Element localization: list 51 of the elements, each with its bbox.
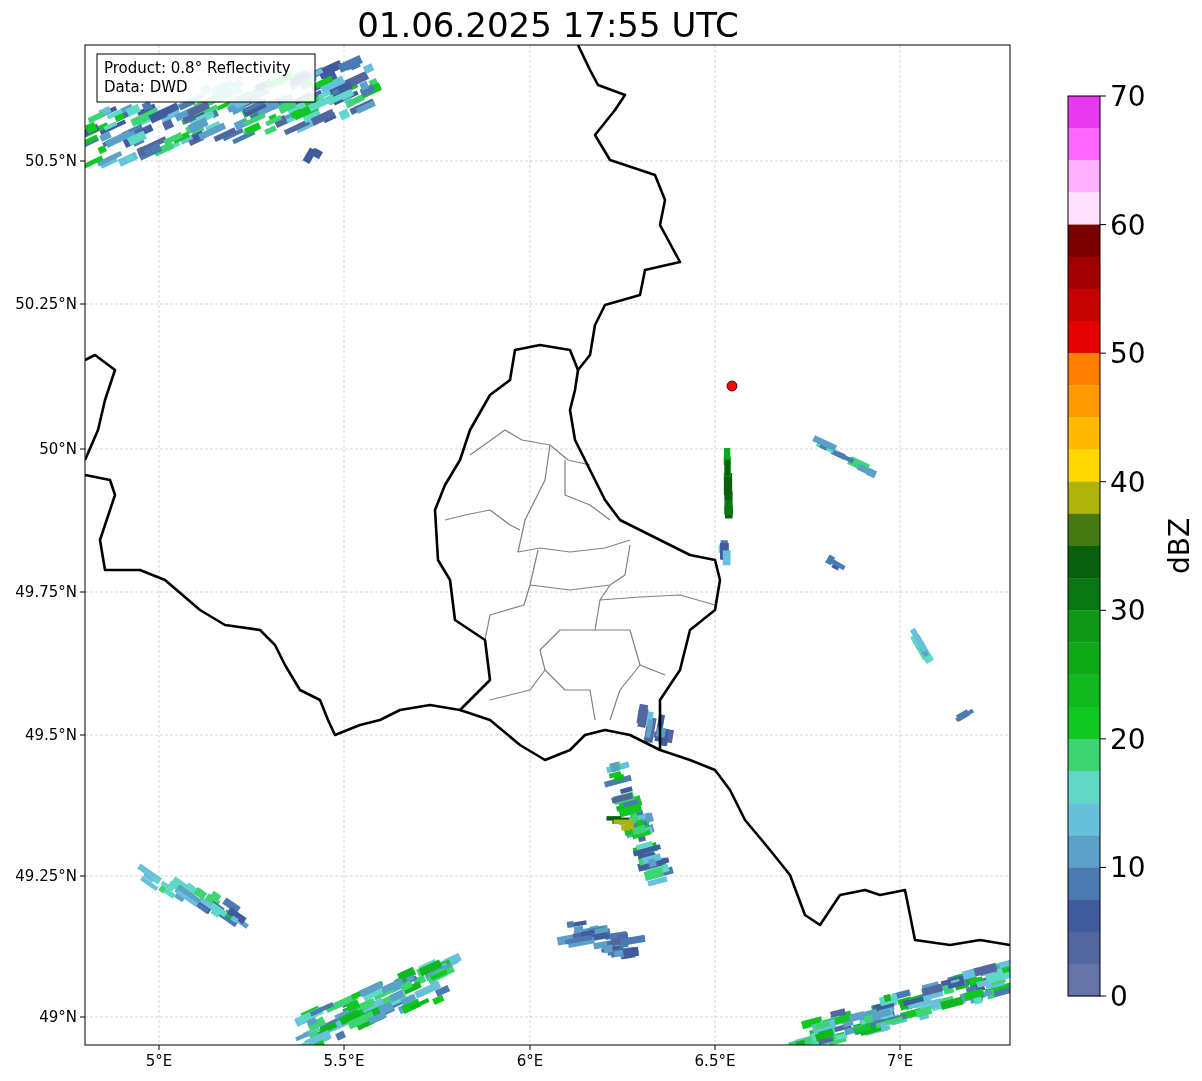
tick-mark: [1099, 224, 1107, 226]
tick-mark: [1099, 481, 1107, 483]
colorbar-tick-label: 40: [1110, 465, 1146, 499]
axis-tick-label: 6.5°E: [694, 1052, 736, 1070]
info-text: Product: 0.8° Reflectivity: [104, 59, 291, 77]
tick-mark: [79, 1016, 86, 1018]
colorbar-tick-label: 50: [1110, 337, 1146, 371]
axis-tick-label: 50.25°N: [15, 295, 77, 313]
colorbar-tick-label: 0: [1110, 980, 1128, 1013]
colorbar-label: dBZ: [1163, 517, 1196, 575]
tick-mark: [1099, 95, 1107, 97]
tick-mark: [79, 303, 86, 305]
tick-mark: [79, 448, 86, 450]
location-marker: [726, 380, 738, 392]
tick-mark: [899, 1044, 901, 1051]
precipitation-echo: [955, 708, 975, 722]
colorbar-tick-label: 20: [1110, 722, 1146, 756]
precipitation-echo: [909, 627, 934, 665]
tick-mark: [79, 875, 86, 877]
axis-tick-label: 50.5°N: [24, 152, 77, 170]
tick-mark: [343, 1044, 345, 1051]
tick-mark: [79, 160, 86, 162]
axis-tick-label: 50°N: [39, 440, 77, 458]
colorbar-tick-label: 30: [1110, 594, 1146, 628]
axis-tick-label: 5.5°E: [323, 1052, 365, 1070]
tick-mark: [1099, 995, 1107, 997]
precipitation-echo: [723, 448, 733, 519]
colorbar-tick-label: 70: [1110, 80, 1146, 113]
colorbar-tick-label: 10: [1110, 851, 1146, 885]
tick-mark: [529, 1044, 531, 1051]
info-text: Data: DWD: [104, 78, 188, 96]
precipitation-echo: [718, 540, 731, 566]
tick-mark: [79, 591, 86, 593]
axis-tick-label: 49.75°N: [15, 583, 77, 601]
tick-mark: [79, 734, 86, 736]
precipitation-echo: [812, 435, 878, 479]
axis-tick-label: 49.5°N: [24, 726, 77, 744]
axis-tick-label: 49°N: [39, 1008, 77, 1026]
tick-mark: [1099, 866, 1107, 868]
tick-mark: [158, 1044, 160, 1051]
tick-mark: [714, 1044, 716, 1051]
precipitation-echo: [636, 703, 675, 747]
tick-mark: [1099, 738, 1107, 740]
tick-mark: [1099, 609, 1107, 611]
colorbar-tick-label: 60: [1110, 208, 1146, 242]
chart-title: 01.06.2025 17:55 UTC: [357, 5, 739, 45]
axis-tick-label: 49.25°N: [15, 867, 77, 885]
axis-tick-label: 5°E: [145, 1052, 173, 1070]
axis-tick-label: 7°E: [886, 1052, 914, 1070]
tick-mark: [1099, 352, 1107, 354]
axis-tick-label: 6°E: [516, 1052, 544, 1070]
